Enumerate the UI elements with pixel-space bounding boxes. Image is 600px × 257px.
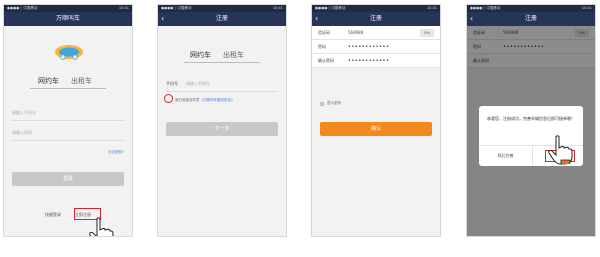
pointing-hand-icon [89, 217, 114, 236]
phone-placeholder: 请输入手机号 [186, 81, 210, 86]
show-password-radio[interactable] [320, 101, 324, 106]
nav-bar: ‹ 注册 [467, 12, 595, 26]
login-screen: ●●●●○ 中国移动 10:41 万顺叫车 网约车 出租车 请输入手机号 请输入… [3, 4, 133, 237]
show-password-label: 显示密码 [327, 101, 341, 105]
nav-bar: 万顺叫车 [4, 12, 132, 26]
register-step1-screen: ●●●●○ 中国移动 10:41 ‹ 注册 网约车 出租车 手机号 请输入手机号 … [157, 4, 287, 237]
confirm-password-field[interactable]: 确认密码 •••••••••••• [312, 54, 440, 68]
nav-bar: ‹ 注册 [312, 12, 440, 26]
status-bar: ●●●●○ 中国移动 10:41 [312, 5, 440, 12]
carrier-label: ●●●●○ 中国移动 [470, 6, 501, 10]
time-label: 10:41 [118, 6, 129, 10]
agree-label: 我已阅读并同意 [175, 98, 200, 102]
agree-checkbox[interactable] [164, 94, 173, 103]
forgot-password-link[interactable]: 忘记密码? [108, 150, 124, 155]
agreement-text: 我已阅读并同意《万顺叫车服务协议》 [175, 98, 235, 103]
status-bar: ●●●●○ 中国移动 10:41 [158, 5, 286, 12]
vehicle-tabs: 网约车 出租车 [190, 50, 244, 62]
carrier-label: ●●●●○ 中国移动 [161, 6, 192, 10]
next-button[interactable]: 下一步 [166, 122, 278, 136]
carrier-label: ●●●●○ 中国移动 [7, 6, 38, 10]
back-icon[interactable]: ‹ [315, 12, 318, 25]
agreement-link[interactable]: 《万顺叫车服务协议》 [200, 98, 235, 102]
page-title: 注册 [369, 15, 382, 22]
show-password-toggle[interactable]: 显示密码 [320, 101, 341, 106]
time-label: 10:41 [581, 6, 592, 10]
back-icon[interactable]: ‹ [470, 12, 473, 25]
page-title: 注册 [215, 15, 228, 22]
carrier-label: ●●●●○ 中国移动 [315, 6, 346, 10]
tab-divider [184, 62, 260, 63]
phone-field[interactable]: 手机号 请输入手机号 [166, 81, 278, 92]
vehicle-tabs: 网约车 出租车 [38, 76, 92, 88]
status-bar: ●●●●○ 中国移动 10:41 [4, 5, 132, 12]
verification-code-field[interactable]: 验证码 568988 59s [312, 26, 440, 40]
confirm-button[interactable]: 确认 [320, 122, 432, 136]
password-value: •••••••••••• [348, 43, 390, 50]
page-title: 万顺叫车 [55, 15, 80, 22]
confirm-password-label: 确认密码 [318, 57, 334, 63]
register-form: 验证码 568988 59s 密码 •••••••••••• 确认密码 ••••… [312, 26, 440, 68]
back-icon[interactable]: ‹ [161, 12, 164, 25]
tab-ride-hailing[interactable]: 网约车 [190, 50, 211, 62]
password-input[interactable]: 请输入密码 [12, 130, 124, 141]
phone-label: 手机号 [166, 81, 178, 86]
pointing-hand-icon [548, 135, 573, 165]
password-field[interactable]: 密码 •••••••••••• [312, 40, 440, 54]
quick-login-link[interactable]: 快捷登录 [45, 212, 61, 218]
nav-bar: ‹ 注册 [158, 12, 286, 26]
time-label: 10:41 [426, 6, 437, 10]
code-label: 验证码 [318, 29, 330, 35]
resend-timer-button[interactable]: 59s [419, 29, 434, 37]
code-value: 568988 [348, 30, 364, 35]
register-success-screen: ●●●●○ 中国移动 10:41 ‹ 注册 验证码 568988 59s 密码 … [466, 4, 596, 237]
tab-taxi[interactable]: 出租车 [223, 50, 244, 62]
tab-ride-hailing[interactable]: 网约车 [38, 76, 59, 88]
dialog-message: 恭喜您，注册成功，完善车辆信息后即可接单哦！ [487, 116, 575, 121]
page-title: 注册 [524, 15, 537, 22]
phone-input[interactable]: 请输入手机号 [12, 110, 124, 121]
tab-taxi[interactable]: 出租车 [71, 76, 92, 88]
modal-overlay: 恭喜您，注册成功，完善车辆信息后即可接单哦！ 稍后完善 完善信息 [467, 26, 595, 236]
password-label: 密码 [318, 43, 326, 49]
car-logo-icon [55, 45, 83, 60]
status-bar: ●●●●○ 中国移动 10:41 [467, 5, 595, 12]
confirm-password-value: •••••••••••• [348, 57, 390, 64]
login-button[interactable]: 登录 [12, 172, 124, 186]
later-button[interactable]: 稍后完善 [479, 146, 532, 166]
register-step2-screen: ●●●●○ 中国移动 10:41 ‹ 注册 验证码 568988 59s 密码 … [311, 4, 441, 237]
tab-divider [30, 88, 106, 89]
time-label: 10:41 [272, 6, 283, 10]
